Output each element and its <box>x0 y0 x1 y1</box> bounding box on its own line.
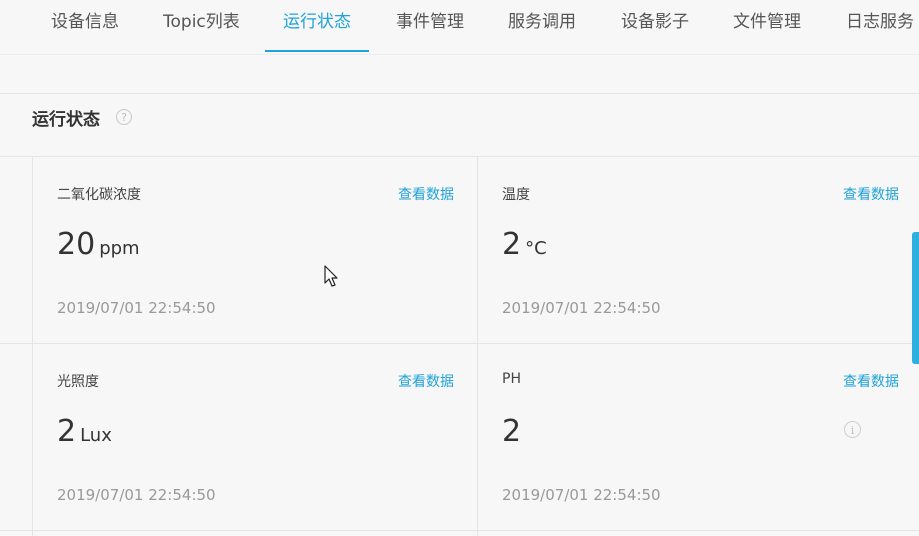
help-icon[interactable]: ? <box>116 109 132 125</box>
property-name: PH <box>502 371 521 387</box>
tab-device-info[interactable]: 设备信息 <box>51 0 119 52</box>
value-unit: Lux <box>80 425 112 446</box>
tab-bar: 设备信息 Topic列表 运行状态 事件管理 服务调用 设备影子 文件管理 日志… <box>0 0 919 55</box>
tab-log-service[interactable]: 日志服务 <box>846 0 914 52</box>
update-timestamp: 2019/07/01 22:54:50 <box>57 486 216 504</box>
value-unit: °C <box>525 238 547 259</box>
property-value: 2 <box>502 414 525 449</box>
update-timestamp: 2019/07/01 22:54:50 <box>57 299 216 317</box>
update-timestamp: 2019/07/01 22:54:50 <box>502 486 661 504</box>
view-data-link[interactable]: 查看数据 <box>843 371 899 391</box>
property-name: 温度 <box>502 187 530 203</box>
property-card-co2: 二氧化碳浓度 查看数据 20 ppm 2019/07/01 22:54:50 <box>33 157 478 343</box>
value-number: 2 <box>502 414 522 449</box>
property-card-illuminance: 光照度 查看数据 2 Lux 2019/07/01 22:54:50 <box>33 344 478 530</box>
property-name: 二氧化碳浓度 <box>57 187 141 203</box>
section-title: 运行状态 <box>32 110 100 130</box>
property-card-temperature: 温度 查看数据 2 °C 2019/07/01 22:54:50 <box>478 157 919 343</box>
property-name: 光照度 <box>57 374 99 390</box>
tab-running-status[interactable]: 运行状态 <box>265 0 369 52</box>
value-number: 2 <box>502 227 522 262</box>
view-data-link[interactable]: 查看数据 <box>843 184 899 204</box>
update-timestamp: 2019/07/01 22:54:50 <box>502 299 661 317</box>
tab-file-management[interactable]: 文件管理 <box>733 0 801 52</box>
tab-service-call[interactable]: 服务调用 <box>508 0 576 52</box>
info-icon[interactable]: i <box>844 421 861 438</box>
grid-bottom-line <box>0 530 919 531</box>
property-card-ph: PH 查看数据 2 i 2019/07/01 22:54:50 <box>478 344 919 530</box>
section-divider <box>0 93 919 94</box>
view-data-link[interactable]: 查看数据 <box>398 184 454 204</box>
property-value: 2 °C <box>502 227 547 262</box>
tab-device-shadow[interactable]: 设备影子 <box>621 0 689 52</box>
value-number: 20 <box>57 227 96 262</box>
side-drawer-handle[interactable] <box>912 232 919 364</box>
value-unit: ppm <box>99 238 140 259</box>
tab-event-management[interactable]: 事件管理 <box>396 0 464 52</box>
value-number: 2 <box>57 414 77 449</box>
mouse-cursor-icon <box>324 265 338 287</box>
property-value: 20 ppm <box>57 227 140 262</box>
view-data-link[interactable]: 查看数据 <box>398 371 454 391</box>
property-value: 2 Lux <box>57 414 112 449</box>
tab-topic-list[interactable]: Topic列表 <box>163 0 240 52</box>
